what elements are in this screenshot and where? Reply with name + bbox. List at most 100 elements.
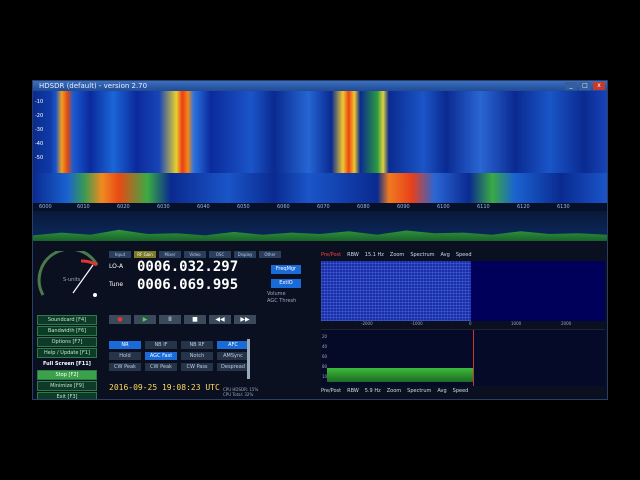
soundcard-button[interactable]: Soundcard [F4] (37, 315, 97, 325)
cpu-usage: CPU HDSDR: 15% CPU Total: 32% (223, 387, 258, 397)
hdsdr-window: HDSDR (default) - version 2.70 _ □ x -10… (32, 80, 608, 400)
stop-transport-button[interactable]: ■ (184, 315, 206, 324)
avg-label[interactable]: Avg (441, 252, 450, 258)
minimize-button[interactable]: _ (565, 82, 577, 90)
prepost-label[interactable]: Pre/Post (321, 252, 341, 258)
bandwidth-button[interactable]: Bandwidth [F6] (37, 326, 97, 336)
speed-label[interactable]: Speed (456, 252, 472, 258)
tab-input[interactable]: Input (109, 251, 131, 258)
full-screen-button[interactable]: Full Screen [F11] (37, 359, 97, 369)
freqmgr-button[interactable]: FreqMgr (271, 265, 301, 274)
prepost-label[interactable]: Pre/Post (321, 388, 341, 394)
cw-peak-button[interactable]: CW Peak (109, 363, 141, 371)
freq-tick: 6000 (39, 204, 52, 210)
agc-fast-button[interactable]: AGC Fast (145, 352, 177, 360)
tune-label: Tune (109, 281, 124, 288)
freq-tick: 6010 (77, 204, 90, 210)
amsync-button[interactable]: AMSync (217, 352, 249, 360)
lo-frequency[interactable]: 0006.032.297 (137, 259, 238, 275)
main-waterfall[interactable]: -10 -20 -30 -40 -50 (33, 91, 607, 203)
freq-tick: 6060 (277, 204, 290, 210)
freq-tick: 6120 (517, 204, 530, 210)
freq-tick: 6050 (237, 204, 250, 210)
zoom-label[interactable]: Zoom (387, 388, 401, 394)
freq-tick: 6130 (557, 204, 570, 210)
speed-label[interactable]: Speed (453, 388, 469, 394)
freq-tick: 6110 (477, 204, 490, 210)
pause-button[interactable]: II (159, 315, 181, 324)
options-button[interactable]: Options [F7] (37, 337, 97, 347)
spectrum-trace (33, 229, 607, 241)
scale-label: -50 (35, 155, 44, 161)
scale-label: -10 (35, 99, 44, 105)
scale-label: 20 (322, 334, 328, 339)
rx-top-controls: Pre/Post RBW 15.1 Hz Zoom Spectrum Avg S… (321, 251, 605, 259)
freq-tick: 6070 (317, 204, 330, 210)
rx-noise (321, 261, 471, 321)
top-tabs: Input RF Gain Mixer Video OSC Display Ot… (109, 251, 281, 258)
scale-label: -30 (35, 127, 44, 133)
s-meter-gauge (37, 251, 99, 297)
volume-slider[interactable] (247, 339, 250, 379)
rx-tick: 0 (469, 321, 472, 326)
freq-tick: 6040 (197, 204, 210, 210)
forward-button[interactable]: ▶▶ (234, 315, 256, 324)
stop-button[interactable]: Stop [F2] (37, 370, 97, 380)
rbw-label: RBW (347, 388, 359, 394)
tune-frequency[interactable]: 0006.069.995 (137, 277, 238, 293)
scale-label: 40 (322, 344, 328, 349)
extio-button[interactable]: ExtIO (271, 279, 301, 288)
nb-rf-button[interactable]: NB RF (181, 341, 213, 349)
waterfall-scale: -10 -20 -30 -40 -50 (35, 95, 43, 165)
scale-label: -20 (35, 113, 44, 119)
tab-other[interactable]: Other (259, 251, 281, 258)
main-spectrum[interactable] (33, 211, 607, 241)
maximize-button[interactable]: □ (579, 82, 591, 90)
afc-button[interactable]: AFC (217, 341, 249, 349)
spectrum-label[interactable]: Spectrum (407, 388, 431, 394)
cw-pass-button[interactable]: CW Pass (181, 363, 213, 371)
tab-video[interactable]: Video (184, 251, 206, 258)
window-title: HDSDR (default) - version 2.70 (39, 82, 148, 90)
rbw-value: 5.9 Hz (364, 388, 381, 394)
rx-tick: -1000 (411, 321, 423, 326)
rbw-label: RBW (347, 252, 359, 258)
rx-waterfall[interactable] (321, 261, 605, 321)
despread-button[interactable]: Despread (217, 363, 249, 371)
nr-button[interactable]: NR (109, 341, 141, 349)
meter-label: S-units (63, 277, 81, 283)
tab-osc[interactable]: OSC (209, 251, 231, 258)
tune-marker[interactable] (473, 330, 474, 386)
rx-freq-axis: -2000 -1000 0 1000 2000 (321, 321, 605, 327)
freq-tick: 6090 (397, 204, 410, 210)
record-button[interactable]: ● (109, 315, 131, 324)
exit-button[interactable]: Exit [F3] (37, 392, 97, 399)
tab-display[interactable]: Display (234, 251, 256, 258)
rx-spectrum[interactable]: 20 40 60 80 100 (321, 329, 605, 386)
freq-tick: 6080 (357, 204, 370, 210)
freq-tick: 6030 (157, 204, 170, 210)
freq-tick: 6100 (437, 204, 450, 210)
spectrum-label[interactable]: Spectrum (410, 252, 434, 258)
rx-tick: -2000 (361, 321, 373, 326)
help-update-button[interactable]: Help / Update [F1] (37, 348, 97, 358)
tab-mixer[interactable]: Mixer (159, 251, 181, 258)
hold-button[interactable]: Hold (109, 352, 141, 360)
date-time: 2016-09-25 19:08:23 UTC (109, 383, 220, 392)
close-button[interactable]: x (593, 82, 605, 90)
minimize-app-button[interactable]: Minimize [F9] (37, 381, 97, 391)
nb-if-button[interactable]: NB IF (145, 341, 177, 349)
waterfall-lower (33, 173, 607, 203)
frequency-axis: 6000 6010 6020 6030 6040 6050 6060 6070 … (33, 203, 607, 211)
play-button[interactable]: ▶ (134, 315, 156, 324)
cw-peak-2-button[interactable]: CW Peak (145, 363, 177, 371)
notch-button[interactable]: Notch (181, 352, 213, 360)
tab-rf-gain[interactable]: RF Gain (134, 251, 156, 258)
zoom-label[interactable]: Zoom (390, 252, 404, 258)
transport-controls: ● ▶ II ■ ◀◀ ▶▶ (109, 315, 256, 324)
rewind-button[interactable]: ◀◀ (209, 315, 231, 324)
rbw-value: 15.1 Hz (364, 252, 384, 258)
avg-label[interactable]: Avg (437, 388, 446, 394)
rx-bottom-controls: Pre/Post RBW 5.9 Hz Zoom Spectrum Avg Sp… (321, 387, 605, 395)
lo-label: LO-A (109, 263, 124, 270)
